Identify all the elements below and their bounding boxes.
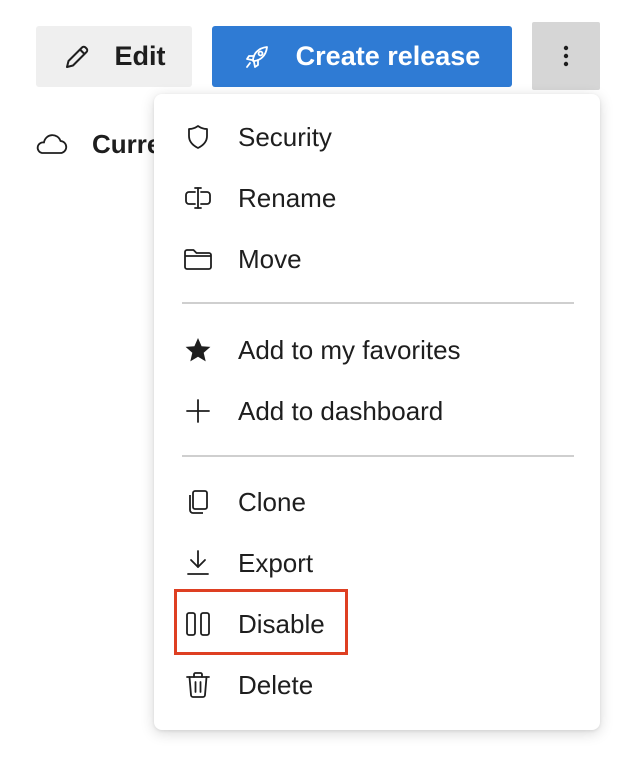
menu-item-clone[interactable]: Clone	[154, 473, 600, 531]
edit-label: Edit	[114, 41, 166, 71]
star-icon	[183, 335, 213, 365]
menu-item-label: Clone	[238, 486, 306, 517]
menu-item-add-to-favorites[interactable]: Add to my favorites	[154, 321, 600, 379]
download-icon	[183, 548, 213, 578]
menu-item-label: Add to dashboard	[238, 395, 444, 426]
rocket-icon	[244, 44, 270, 70]
pencil-icon	[63, 43, 91, 71]
context-menu: Security Rename Move Add to my favorites…	[154, 94, 600, 730]
menu-item-delete[interactable]: Delete	[154, 656, 600, 714]
trash-icon	[183, 670, 213, 700]
copy-icon	[183, 487, 213, 517]
menu-item-label: Export	[238, 547, 314, 578]
menu-item-label: Add to my favorites	[238, 334, 461, 365]
menu-item-rename[interactable]: Rename	[154, 169, 600, 227]
menu-item-label: Delete	[238, 669, 314, 700]
plus-icon	[183, 396, 213, 426]
menu-item-label: Security	[238, 121, 332, 152]
folder-icon	[183, 244, 213, 274]
menu-separator	[182, 455, 574, 457]
create-release-label: Create release	[295, 41, 481, 71]
menu-item-label: Rename	[238, 182, 337, 213]
breadcrumb[interactable]: Curre	[34, 124, 161, 164]
edit-button[interactable]: Edit	[36, 26, 192, 87]
menu-item-export[interactable]: Export	[154, 534, 600, 592]
pause-icon	[183, 609, 213, 639]
create-release-button[interactable]: Create release	[212, 26, 512, 87]
menu-separator	[182, 302, 574, 304]
menu-item-label: Move	[238, 243, 302, 274]
more-options-button[interactable]	[532, 22, 600, 90]
menu-item-move[interactable]: Move	[154, 230, 600, 288]
cloud-icon	[34, 131, 68, 157]
more-vertical-icon	[562, 44, 570, 68]
menu-item-security[interactable]: Security	[154, 108, 600, 166]
menu-item-add-to-dashboard[interactable]: Add to dashboard	[154, 382, 600, 440]
breadcrumb-label: Curre	[92, 128, 162, 159]
menu-item-label: Disable	[238, 608, 325, 639]
shield-icon	[183, 122, 213, 152]
rename-icon	[183, 183, 213, 213]
menu-item-disable[interactable]: Disable	[154, 595, 600, 653]
